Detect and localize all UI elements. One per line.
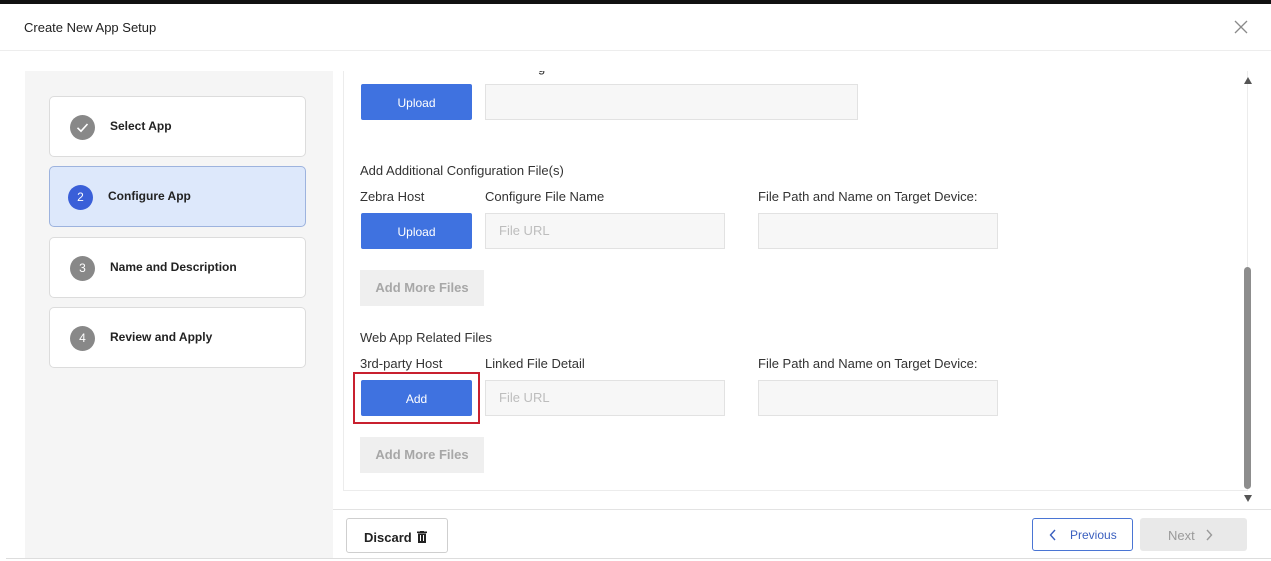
next-button[interactable]: Next [1140,518,1247,551]
step-label: Configure App [108,189,191,203]
web-files-heading: Web App Related Files [360,330,492,345]
previous-label: Previous [1070,528,1117,542]
step-name-and-description[interactable]: 3 Name and Description [49,237,306,298]
chevron-right-icon [1205,528,1213,544]
clipped-label: g [538,71,560,75]
upload-file-field[interactable] [485,84,858,120]
step-select-app[interactable]: Select App [49,96,306,157]
linked-file-detail-label: Linked File Detail [485,356,585,371]
web-file-url-input[interactable]: File URL [485,380,725,416]
step-review-and-apply[interactable]: 4 Review and Apply [49,307,306,368]
step-number: 2 [68,185,93,210]
step-label: Name and Description [110,260,237,274]
web-file-path-input[interactable] [758,380,998,416]
chevron-left-icon [1049,528,1057,544]
trash-icon [417,531,427,543]
config-file-url-input[interactable]: File URL [485,213,725,249]
discard-label: Discard [364,530,412,545]
step-configure-app[interactable]: 2 Configure App [49,166,306,227]
previous-button[interactable]: Previous [1032,518,1133,551]
discard-button[interactable]: Discard [346,518,448,553]
configure-file-name-label: Configure File Name [485,189,605,204]
scrollbar-thumb[interactable] [1244,267,1251,489]
close-icon[interactable] [1231,17,1251,37]
step-number: 3 [70,256,95,281]
zebra-host-label: Zebra Host [360,189,425,204]
config-file-path-input[interactable] [758,213,998,249]
config-add-more-files-button[interactable]: Add More Files [360,270,484,306]
config-upload-button[interactable]: Upload [361,213,472,249]
bottom-divider [6,558,1271,559]
scroll-up-arrow-icon[interactable] [1244,77,1252,84]
step-label: Select App [110,119,172,133]
web-add-button[interactable]: Add [361,380,472,416]
wizard-steps-sidebar: Select App 2 Configure App 3 Name and De… [25,71,333,558]
scroll-down-arrow-icon[interactable] [1244,495,1252,502]
third-party-host-label: 3rd-party Host [360,356,443,371]
step-number: 4 [70,326,95,351]
file-path-label: File Path and Name on Target Device: [758,189,978,204]
step-label: Review and Apply [110,330,213,344]
check-icon [70,115,95,140]
web-add-more-files-button[interactable]: Add More Files [360,437,484,473]
dialog-header: Create New App Setup [0,4,1271,51]
config-files-heading: Add Additional Configuration File(s) [360,163,564,178]
next-label: Next [1168,528,1195,543]
upload-button[interactable]: Upload [361,84,472,120]
dialog-title: Create New App Setup [24,20,157,35]
web-file-path-label: File Path and Name on Target Device: [758,356,978,371]
